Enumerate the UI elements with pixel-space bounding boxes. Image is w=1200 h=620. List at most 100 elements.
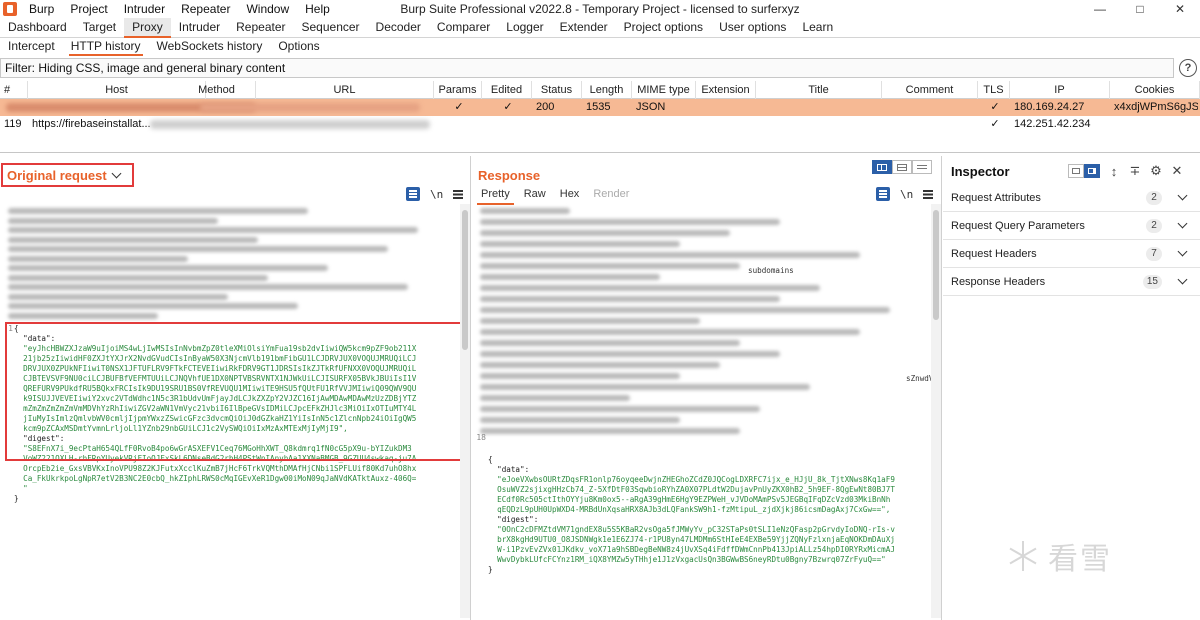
- column-header[interactable]: Params: [434, 81, 482, 99]
- count-badge: 2: [1146, 219, 1162, 233]
- tabs-layout-icon[interactable]: [912, 160, 932, 174]
- code-line: brX8kgHd9UTU0_O8JSDNWgk1e1E6ZJ74-r1PU8yn…: [488, 535, 895, 544]
- redacted-line: [480, 208, 570, 214]
- menu-window[interactable]: Window: [238, 0, 297, 18]
- redacted-line: [8, 265, 328, 271]
- inspector-section-request-headers[interactable]: Request Headers 7: [943, 240, 1200, 268]
- redacted-line: [480, 241, 680, 247]
- subtab-options[interactable]: Options: [270, 38, 327, 56]
- settings-gear-icon[interactable]: ⚙: [1149, 163, 1163, 179]
- inspector-section-label: Response Headers: [951, 275, 1046, 288]
- inspector-section-response-headers[interactable]: Response Headers 15: [943, 268, 1200, 296]
- tab-decoder[interactable]: Decoder: [368, 18, 429, 37]
- tab-dashboard[interactable]: Dashboard: [0, 18, 75, 37]
- filter-text: Filter: Hiding CSS, image and general bi…: [5, 61, 286, 75]
- column-header[interactable]: Comment: [882, 81, 978, 99]
- title-bar: Burp Project Intruder Repeater Window Help Bu…: [0, 0, 1200, 18]
- tab-render[interactable]: Render: [586, 186, 636, 204]
- collapse-all-icon[interactable]: ∓: [1128, 163, 1142, 179]
- split-horizontal-icon[interactable]: [892, 160, 912, 174]
- menu-repeater[interactable]: Repeater: [173, 0, 238, 18]
- response-scroll-thumb[interactable]: [933, 210, 939, 320]
- menu-icon[interactable]: [923, 189, 934, 199]
- tab-repeater[interactable]: Repeater: [228, 18, 293, 37]
- subtab-websockets-history[interactable]: WebSockets history: [149, 38, 271, 56]
- maximize-icon[interactable]: □: [1120, 0, 1160, 18]
- inspector-section-request-attributes[interactable]: Request Attributes 2: [943, 184, 1200, 212]
- filter-bar[interactable]: Filter: Hiding CSS, image and general bi…: [0, 58, 1174, 78]
- column-header[interactable]: Extension: [696, 81, 756, 99]
- tab-target[interactable]: Target: [75, 18, 124, 37]
- tab-extender[interactable]: Extender: [552, 18, 616, 37]
- column-header[interactable]: Edited: [482, 81, 532, 99]
- redacted-line: [480, 340, 740, 346]
- inspector-layout-right-icon[interactable]: [1084, 164, 1100, 178]
- tab-comparer[interactable]: Comparer: [429, 18, 498, 37]
- request-scroll-thumb[interactable]: [462, 210, 468, 350]
- tab-intruder[interactable]: Intruder: [171, 18, 228, 37]
- code-line: W-i1PzvEvZVx01JKdkv_voX71a9hSBDegBeNW8z4…: [488, 545, 895, 554]
- tab-sequencer[interactable]: Sequencer: [294, 18, 368, 37]
- response-body-json[interactable]: { "data": "eJoeVXwbsOURtZDqsFR1onlp76oyq…: [488, 455, 928, 605]
- column-header[interactable]: #: [0, 81, 28, 99]
- tab-hex[interactable]: Hex: [553, 186, 587, 204]
- expand-all-icon[interactable]: ↕: [1107, 164, 1121, 179]
- newline-toggle-icon[interactable]: \n: [900, 188, 913, 201]
- column-header[interactable]: IP: [1010, 81, 1110, 99]
- snowflake-icon: [1008, 541, 1038, 571]
- tab-raw[interactable]: Raw: [517, 186, 553, 204]
- inspector-layout-left-icon[interactable]: [1068, 164, 1084, 178]
- chevron-down-icon[interactable]: [1177, 218, 1188, 229]
- inspector-title: Inspector: [951, 164, 1010, 179]
- tab-user-options[interactable]: User options: [711, 18, 794, 37]
- close-icon[interactable]: ✕: [1170, 163, 1184, 179]
- menu-icon[interactable]: [453, 189, 464, 199]
- split-vertical-icon[interactable]: [872, 160, 892, 174]
- table-row[interactable]: ✓ ✓ 200 1535 JSON ✓ 180.169.24.27 x4xdjWPmS6gJS…: [0, 99, 1200, 116]
- column-header[interactable]: Status: [532, 81, 582, 99]
- minimize-icon[interactable]: —: [1080, 0, 1120, 18]
- tab-logger[interactable]: Logger: [498, 18, 551, 37]
- column-header[interactable]: Cookies: [1110, 81, 1200, 99]
- code-line: ": [14, 484, 28, 493]
- pretty-print-icon[interactable]: [406, 187, 420, 201]
- chevron-down-icon[interactable]: [1177, 246, 1188, 257]
- column-header[interactable]: URL: [256, 81, 434, 99]
- response-pane-tools: \n: [876, 187, 934, 201]
- menu-burp[interactable]: Burp: [21, 0, 62, 18]
- help-icon[interactable]: ?: [1179, 59, 1197, 77]
- newline-toggle-icon[interactable]: \n: [430, 188, 443, 201]
- response-fragment: subdomains: [748, 266, 794, 275]
- original-request-dropdown[interactable]: Original request: [7, 168, 122, 183]
- menu-project[interactable]: Project: [62, 0, 115, 18]
- redacted-line: [480, 351, 780, 357]
- chevron-down-icon[interactable]: [1177, 274, 1188, 285]
- line-number: 18: [476, 433, 486, 442]
- tab-pretty[interactable]: Pretty: [474, 186, 517, 205]
- tab-project-options[interactable]: Project options: [616, 18, 711, 37]
- table-row[interactable]: 119 https://firebaseinstallat... ✓ 142.251.…: [0, 116, 1200, 133]
- inspector-section-request-query-parameters[interactable]: Request Query Parameters 2: [943, 212, 1200, 240]
- chevron-down-icon[interactable]: [1177, 190, 1188, 201]
- subtab-http-history[interactable]: HTTP history: [63, 38, 149, 56]
- column-header[interactable]: TLS: [978, 81, 1010, 99]
- menu-intruder[interactable]: Intruder: [116, 0, 173, 18]
- close-icon[interactable]: ✕: [1160, 0, 1200, 18]
- menu-help[interactable]: Help: [297, 0, 338, 18]
- tab-proxy[interactable]: Proxy: [124, 18, 171, 38]
- redacted-line: [8, 236, 258, 243]
- tab-learn[interactable]: Learn: [794, 18, 841, 37]
- column-header[interactable]: MIME type: [632, 81, 696, 99]
- redacted-line: [8, 284, 408, 290]
- redacted-line: [480, 252, 860, 258]
- cell-comment: [886, 116, 976, 133]
- column-header[interactable]: Length: [582, 81, 632, 99]
- pretty-print-icon[interactable]: [876, 187, 890, 201]
- subtab-intercept[interactable]: Intercept: [0, 38, 63, 56]
- column-header[interactable]: Method: [178, 81, 256, 99]
- response-title: Response: [478, 168, 541, 183]
- request-scrollbar[interactable]: [460, 204, 470, 618]
- column-header[interactable]: Title: [756, 81, 882, 99]
- response-scrollbar[interactable]: [931, 204, 941, 618]
- cell-params: ✓: [454, 101, 464, 113]
